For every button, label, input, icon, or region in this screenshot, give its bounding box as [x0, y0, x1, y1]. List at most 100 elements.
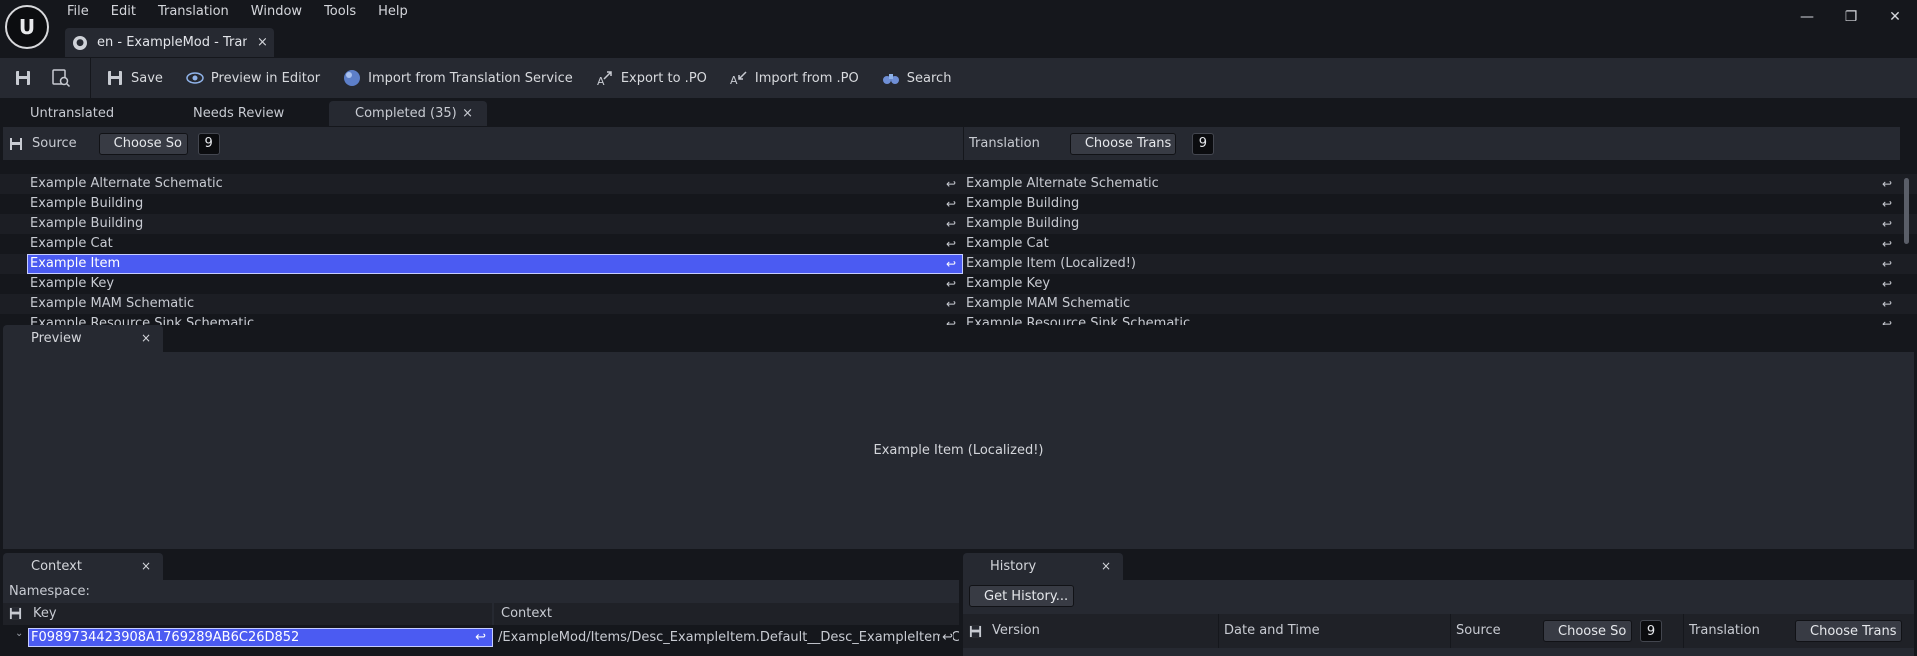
tab-untranslated[interactable]: Untranslated: [30, 101, 114, 126]
import-icon: A: [730, 71, 747, 87]
minimize-button[interactable]: —: [1785, 0, 1829, 34]
revert-icon[interactable]: ↩: [944, 317, 958, 325]
revert-icon[interactable]: ↩: [475, 629, 486, 646]
preview-in-editor-label: Preview in Editor: [210, 70, 321, 86]
toolbar: Save Preview in Editor Import from Trans…: [0, 58, 1917, 98]
import-from-translation-service-button[interactable]: Import from Translation Service: [342, 63, 585, 93]
revert-icon[interactable]: ↩: [1880, 217, 1894, 231]
revert-icon[interactable]: ↩: [1880, 197, 1894, 211]
preview-in-editor-button[interactable]: Preview in Editor: [185, 63, 332, 93]
window-controls: — ❐ ✕: [1785, 0, 1917, 34]
menu-edit[interactable]: Edit: [102, 0, 149, 24]
get-history-button[interactable]: Get History...: [969, 585, 1074, 607]
close-icon[interactable]: ×: [257, 35, 268, 50]
revert-icon[interactable]: ↩: [944, 237, 958, 251]
choose-source-button[interactable]: Choose So: [98, 132, 188, 155]
translation-cell[interactable]: Example Item (Localized!): [963, 254, 1877, 274]
revert-icon[interactable]: ↩: [944, 217, 958, 231]
choose-translation-button[interactable]: Choose Trans: [1069, 132, 1176, 155]
source-cell[interactable]: Example MAM Schematic: [27, 294, 963, 314]
revert-icon[interactable]: ↩: [1880, 277, 1894, 291]
source-cell[interactable]: Example Resource Sink Schematic: [27, 314, 963, 325]
context-cell[interactable]: /ExampleMod/Items/Desc_ExampleItem.Defau…: [494, 628, 959, 647]
menu-window[interactable]: Window: [242, 0, 315, 24]
tab-completed-label: Completed (35): [355, 106, 457, 121]
tab-completed[interactable]: Completed (35) ×: [329, 101, 487, 126]
revert-icon[interactable]: ↩: [1880, 177, 1894, 191]
revert-icon[interactable]: ↩: [1880, 237, 1894, 251]
preview-text: Example Item (Localized!): [873, 443, 1044, 458]
source-cell[interactable]: Example Key: [27, 274, 963, 294]
source-cell[interactable]: Example Cat: [27, 234, 963, 254]
document-tab[interactable]: ● en - ExampleMod - Tran... ×: [65, 28, 274, 57]
save-icon[interactable]: [9, 607, 22, 620]
revert-icon[interactable]: ↩: [1880, 297, 1894, 311]
translation-cell[interactable]: Example Resource Sink Schematic: [963, 314, 1877, 325]
history-source-count-field[interactable]: 9: [1640, 620, 1662, 642]
source-cell[interactable]: Example Building: [27, 194, 963, 214]
column-divider: [1683, 614, 1684, 648]
date-time-header: Date and Time: [1224, 623, 1320, 638]
revert-icon[interactable]: ↩: [1880, 257, 1894, 271]
table-row[interactable]: Example Resource Sink Schematic ↩ Example …: [0, 314, 1917, 325]
source-cell[interactable]: Example Building: [27, 214, 963, 234]
close-icon[interactable]: ×: [462, 106, 473, 121]
unreal-logo-icon[interactable]: U: [5, 5, 49, 49]
close-window-button[interactable]: ✕: [1873, 0, 1917, 34]
revert-icon[interactable]: ↩: [944, 197, 958, 211]
source-cell[interactable]: Example Item: [27, 254, 963, 274]
table-row[interactable]: Example MAM Schematic ↩ Example MAM Schema…: [0, 294, 1917, 314]
browse-button[interactable]: [46, 63, 76, 93]
export-to-po-button[interactable]: A Export to .PO: [595, 63, 719, 93]
tab-preview[interactable]: Preview ×: [3, 325, 163, 352]
menu-help[interactable]: Help: [369, 0, 421, 24]
table-row[interactable]: Example Building ↩ Example Building ↩: [0, 194, 1917, 214]
close-icon[interactable]: ×: [141, 331, 151, 345]
translation-cell[interactable]: Example Cat: [963, 234, 1877, 254]
history-choose-translation-button[interactable]: Choose Trans: [1795, 620, 1902, 642]
history-tab-label: History: [990, 559, 1037, 574]
save-all-button[interactable]: [8, 63, 38, 93]
binoculars-icon: [882, 74, 899, 84]
revert-icon[interactable]: ↩: [944, 257, 958, 271]
import-from-po-button[interactable]: A Import from .PO: [729, 63, 871, 93]
table-row[interactable]: Example Item ↩ Example Item (Localized!) ↩: [0, 254, 1917, 274]
key-cell[interactable]: F0989734423908A1769289AB6C26D852 ↩: [28, 628, 493, 647]
translation-cell[interactable]: Example Key: [963, 274, 1877, 294]
scrollbar[interactable]: [1904, 178, 1909, 244]
tab-history[interactable]: History ×: [963, 553, 1123, 580]
namespace-label: Namespace:: [9, 584, 90, 599]
source-count-field[interactable]: 9: [197, 132, 220, 155]
chevron-down-icon[interactable]: ⌄: [15, 628, 23, 639]
save-icon[interactable]: [969, 625, 982, 638]
status-tabs: Untranslated Needs Review Completed (35)…: [0, 98, 1917, 126]
table-row[interactable]: Example Key ↩ Example Key ↩: [0, 274, 1917, 294]
close-icon[interactable]: ×: [141, 559, 151, 573]
revert-icon[interactable]: ↩: [940, 628, 953, 647]
revert-icon[interactable]: ↩: [944, 177, 958, 191]
tab-needs-review[interactable]: Needs Review: [193, 101, 284, 126]
table-row[interactable]: Example Alternate Schematic ↩ Example Alte…: [0, 174, 1917, 194]
save-icon[interactable]: [9, 137, 23, 151]
translation-cell[interactable]: Example Building: [963, 194, 1877, 214]
history-choose-source-button[interactable]: Choose So: [1543, 620, 1632, 642]
table-row[interactable]: Example Building ↩ Example Building ↩: [0, 214, 1917, 234]
translation-count-field[interactable]: 9: [1191, 132, 1214, 155]
translation-cell[interactable]: Example Alternate Schematic: [963, 174, 1877, 194]
translation-cell[interactable]: Example Building: [963, 214, 1877, 234]
revert-icon[interactable]: ↩: [1880, 317, 1894, 325]
table-row[interactable]: Example Cat ↩ Example Cat ↩: [0, 234, 1917, 254]
revert-icon[interactable]: ↩: [944, 277, 958, 291]
tab-context[interactable]: Context ×: [3, 553, 163, 580]
save-button[interactable]: Save: [105, 63, 175, 93]
close-icon[interactable]: ×: [1101, 559, 1111, 573]
source-cell[interactable]: Example Alternate Schematic: [27, 174, 963, 194]
menu-tools[interactable]: Tools: [315, 0, 369, 24]
search-button[interactable]: Search: [881, 63, 964, 93]
menu-file[interactable]: File: [58, 0, 102, 24]
revert-icon[interactable]: ↩: [944, 297, 958, 311]
translation-cell[interactable]: Example MAM Schematic: [963, 294, 1877, 314]
restore-button[interactable]: ❐: [1829, 0, 1873, 34]
save-icon: [108, 71, 122, 85]
menu-translation[interactable]: Translation: [149, 0, 242, 24]
